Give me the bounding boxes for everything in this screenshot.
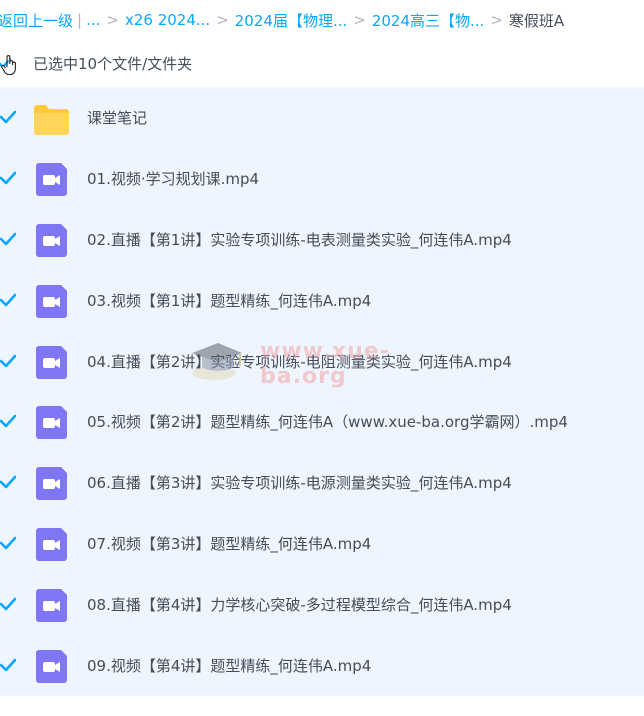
selection-count-text: 已选中10个文件/文件夹: [33, 55, 193, 73]
file-list: 课堂笔记 01.视频·学习规划课.mp4 02.直播【第1讲】实验专项训练-电表测量…: [0, 87, 644, 696]
row-checkbox[interactable]: [0, 596, 17, 612]
file-name[interactable]: 03.视频【第1讲】题型精练_何连伟A.mp4: [87, 270, 371, 330]
breadcrumb: 返回上一级 | ... > x26 2024... > 2024届【物理... …: [0, 0, 644, 40]
file-row[interactable]: 07.视频【第3讲】题型精练_何连伟A.mp4: [0, 513, 644, 575]
video-file-icon: [33, 528, 70, 562]
video-file-icon: [33, 162, 70, 196]
checkmark-icon: [0, 476, 17, 489]
video-file-icon: [33, 345, 70, 379]
file-name[interactable]: 09.视频【第4讲】题型精练_何连伟A.mp4: [87, 635, 371, 695]
file-row[interactable]: 09.视频【第4讲】题型精练_何连伟A.mp4: [0, 635, 644, 696]
video-file-icon: [33, 650, 70, 684]
row-checkbox[interactable]: [0, 535, 17, 551]
breadcrumb-ellipsis[interactable]: ...: [86, 11, 100, 29]
folder-icon: [33, 102, 70, 135]
video-file-icon: [33, 284, 70, 318]
checkmark-icon: [0, 597, 17, 611]
video-file-icon: [33, 406, 70, 440]
file-name[interactable]: 08.直播【第4讲】力学核心突破-多过程模型综合_何连伟A.mp4: [87, 574, 512, 634]
video-file-icon: [33, 223, 70, 257]
row-checkbox[interactable]: [0, 231, 17, 247]
checkmark-icon: [0, 110, 17, 124]
breadcrumb-item-3[interactable]: 2024高三【物...: [372, 10, 484, 31]
checkmark-icon: [0, 536, 17, 550]
file-row[interactable]: 03.视频【第1讲】题型精练_何连伟A.mp4: [0, 269, 644, 331]
row-checkbox[interactable]: [0, 474, 17, 490]
back-link[interactable]: 返回上一级: [0, 10, 73, 31]
file-row[interactable]: 05.视频【第2讲】题型精练_何连伟A（www.xue-ba.org学霸网）.m…: [0, 391, 644, 453]
chevron-right-icon: >: [106, 11, 119, 29]
file-row[interactable]: 08.直播【第4讲】力学核心突破-多过程模型综合_何连伟A.mp4: [0, 574, 644, 636]
video-file-icon: [33, 589, 70, 623]
row-checkbox[interactable]: [0, 170, 17, 186]
file-name[interactable]: 课堂笔记: [87, 87, 147, 147]
file-name[interactable]: 07.视频【第3讲】题型精练_何连伟A.mp4: [87, 513, 371, 573]
row-checkbox[interactable]: [0, 353, 17, 369]
file-row[interactable]: 02.直播【第1讲】实验专项训练-电表测量类实验_何连伟A.mp4: [0, 208, 644, 270]
file-name[interactable]: 05.视频【第2讲】题型精练_何连伟A（www.xue-ba.org学霸网）.m…: [87, 391, 568, 451]
file-name[interactable]: 04.直播【第2讲】实验专项训练-电阻测量类实验_何连伟A.mp4: [87, 331, 512, 391]
row-checkbox[interactable]: [0, 109, 17, 125]
checkmark-icon: [0, 171, 17, 185]
row-checkbox[interactable]: [0, 292, 17, 308]
checkmark-icon: [0, 415, 17, 428]
row-checkbox[interactable]: [0, 657, 17, 673]
video-file-icon: [33, 467, 70, 501]
selection-bar: 已选中10个文件/文件夹: [0, 44, 644, 82]
chevron-right-icon: >: [353, 11, 366, 29]
file-row[interactable]: 04.直播【第2讲】实验专项训练-电阻测量类实验_何连伟A.mp4: [0, 330, 644, 392]
checkmark-icon: [0, 658, 17, 672]
checkmark-icon: [0, 293, 17, 306]
row-checkbox[interactable]: [0, 413, 17, 429]
checkmark-icon: [0, 232, 17, 246]
file-row[interactable]: 06.直播【第3讲】实验专项训练-电源测量类实验_何连伟A.mp4: [0, 452, 644, 514]
file-row[interactable]: 01.视频·学习规划课.mp4: [0, 147, 644, 209]
file-name[interactable]: 01.视频·学习规划课.mp4: [87, 148, 259, 208]
breadcrumb-current: 寒假班A: [508, 11, 565, 30]
breadcrumb-item-2[interactable]: 2024届【物理...: [235, 10, 347, 31]
chevron-right-icon: >: [216, 11, 229, 29]
breadcrumb-item-1[interactable]: x26 2024...: [125, 11, 210, 29]
select-all-checkbox[interactable]: [0, 54, 18, 76]
file-name[interactable]: 02.直播【第1讲】实验专项训练-电表测量类实验_何连伟A.mp4: [87, 209, 512, 269]
file-row[interactable]: 课堂笔记: [0, 87, 644, 148]
breadcrumb-divider: |: [77, 11, 83, 29]
chevron-right-icon: >: [490, 11, 503, 29]
checkmark-icon: [0, 354, 17, 367]
hand-cursor-icon: [0, 55, 16, 76]
file-name[interactable]: 06.直播【第3讲】实验专项训练-电源测量类实验_何连伟A.mp4: [87, 452, 512, 512]
